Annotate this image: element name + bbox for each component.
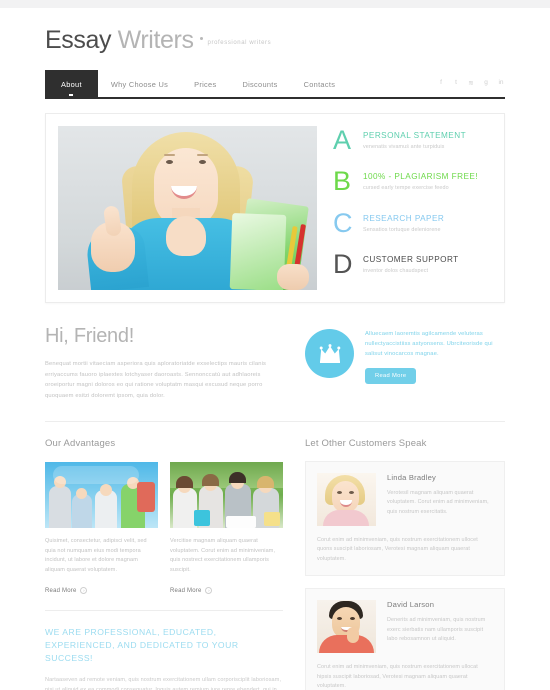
cta-title: WE ARE PROFESSIONAL, EDUCATED, EXPERIENC…	[45, 627, 239, 664]
hero-feature-d[interactable]: D CUSTOMER SUPPORT inventor dolos chauds…	[333, 248, 492, 292]
nav-item-discounts[interactable]: Discounts	[229, 70, 290, 98]
hero-feature-c[interactable]: C RESEARCH PAPER Sensatios tortuque dele…	[333, 207, 492, 251]
testimonial-meta-2: David Larson Denerits ad minimveniam, qu…	[387, 600, 493, 653]
hero-photo	[58, 126, 317, 290]
greeting-block: Hi, Friend! Benequat mortii vitaeciam as…	[45, 325, 283, 401]
testimonials-heading: Let Other Customers Speak	[305, 438, 427, 449]
nav-item-why-choose-us[interactable]: Why Choose Us	[98, 70, 181, 98]
feature-sub-b: cursed early tempe exercise feedo	[363, 185, 449, 192]
advantage-item-2: Vercitise magnam aliquam quaerat volupta…	[170, 462, 283, 595]
feature-title-d: CUSTOMER SUPPORT	[363, 254, 459, 264]
logo-dot	[199, 37, 203, 41]
testimonials-column: Let Other Customers Speak Linda Bradley …	[305, 438, 505, 690]
social-links: f t ≋ g in	[437, 79, 505, 90]
promo-content: Alluecaem laoremtis agilcamende velutera…	[365, 329, 505, 401]
top-strip	[0, 0, 550, 8]
advantage-text-1: Quisimet, consectetur, adipisci velit, s…	[45, 538, 147, 573]
advantage-item-1: Quisimet, consectetur, adipisci velit, s…	[45, 462, 158, 595]
feature-letter-d: D	[333, 248, 353, 279]
advantages-column: Our Advantages Quisimet, consectetur, ad…	[45, 438, 283, 690]
facebook-icon[interactable]: f	[437, 79, 445, 86]
hero-panel: A PERSONAL STATEMENT venenatis vivamuś …	[45, 113, 505, 303]
linkedin-icon[interactable]: in	[497, 79, 505, 86]
feature-letter-c: C	[333, 207, 353, 238]
main-navigation-bar: About Why Choose Us Prices Discounts Con…	[45, 70, 505, 99]
advantage-read-more-1[interactable]: Read More ›	[45, 587, 158, 595]
arrow-right-icon: ›	[205, 587, 213, 595]
feature-letter-a: A	[333, 125, 352, 155]
testimonial-header-1: Linda Bradley Verotesil magnam aliquam q…	[317, 473, 493, 526]
advantage-photo-1	[45, 462, 158, 528]
promo-block: Alluecaem laoremtis agilcamende velutera…	[305, 325, 505, 401]
content-columns: Our Advantages Quisimet, consectetur, ad…	[45, 438, 505, 690]
testimonial-name-2: David Larson	[387, 600, 435, 610]
nav-item-contacts[interactable]: Contacts	[291, 70, 349, 98]
rss-icon[interactable]: ≋	[467, 79, 475, 87]
section-divider-2	[45, 610, 283, 612]
google-plus-icon[interactable]: g	[482, 79, 490, 86]
promo-read-more-button[interactable]: Read More	[365, 368, 417, 384]
advantage-read-more-label-2: Read More	[170, 587, 202, 594]
feature-sub-d: inventor dolos chaudspect	[363, 267, 429, 274]
crown-icon	[319, 343, 340, 363]
advantages-grid: Quisimet, consectetur, adipisci velit, s…	[45, 462, 283, 595]
greeting-title-part1: Hi,	[45, 325, 69, 347]
promo-text: Alluecaem laoremtis agilcamende velutera…	[365, 331, 493, 357]
nav-item-prices[interactable]: Prices	[181, 70, 229, 98]
greeting-body: Benequat mortii vitaeciam asperiora quis…	[45, 361, 267, 399]
feature-sub-c: Sensatios tortuque deleniorene	[363, 226, 441, 233]
advantages-heading: Our Advantages	[45, 438, 116, 449]
testimonial-quote-1: Verotesil magnam aliquam quaerat volupta…	[387, 490, 489, 515]
advantage-photo-2	[170, 462, 283, 528]
nav-item-about[interactable]: About	[45, 70, 98, 98]
cta-body: Nartaaseven ad remote veniam, quis nostr…	[45, 677, 282, 690]
testimonial-header-2: David Larson Denerits ad minimveniam, qu…	[317, 600, 493, 654]
testimonial-quote-2: Denerits ad minimveniam, quis nostrum ex…	[387, 617, 486, 643]
testimonial-meta-1: Linda Bradley Verotesil magnam aliquam q…	[387, 473, 493, 526]
feature-title-c: RESEARCH PAPER	[363, 213, 445, 223]
page-root: Essay Writers professional writers About …	[0, 0, 550, 690]
testimonial-body-2: Corut enim ad minimveniam, quis nostrum …	[317, 664, 478, 690]
testimonial-card-2: David Larson Denerits ad minimveniam, qu…	[305, 588, 505, 690]
site-tagline: professional writers	[207, 40, 272, 46]
crown-badge	[305, 329, 354, 378]
testimonial-photo-1	[317, 473, 376, 526]
advantage-text-2: Vercitise magnam aliquam quaerat volupta…	[170, 538, 276, 573]
logo-secondary: Writers	[117, 26, 194, 54]
arrow-right-icon: ›	[80, 587, 88, 595]
site-logo[interactable]: Essay Writers professional writers	[45, 26, 271, 55]
feature-letter-b: B	[333, 166, 352, 197]
hero-feature-list: A PERSONAL STATEMENT venenatis vivamuś …	[329, 114, 504, 302]
testimonial-name-1: Linda Bradley	[387, 473, 437, 482]
logo-primary: Essay	[45, 26, 112, 54]
section-divider-1	[45, 421, 505, 422]
feature-sub-a: venenatis vivamuś ante turpiduis	[363, 144, 445, 150]
greeting-section: Hi, Friend! Benequat mortii vitaeciam as…	[45, 325, 505, 401]
twitter-icon[interactable]: t	[452, 79, 460, 86]
feature-title-b: 100% - PLAGIARISM FREE!	[363, 172, 479, 182]
hero-image-container	[46, 114, 329, 302]
hero-feature-a[interactable]: A PERSONAL STATEMENT venenatis vivamuś …	[333, 125, 492, 168]
advantage-read-more-2[interactable]: Read More ›	[170, 587, 283, 595]
main-navigation: About Why Choose Us Prices Discounts Con…	[45, 70, 348, 98]
advantage-read-more-label-1: Read More	[45, 587, 77, 594]
feature-title-a: PERSONAL STATEMENT	[363, 131, 467, 140]
hero-feature-b[interactable]: B 100% - PLAGIARISM FREE! cursed early t…	[333, 166, 492, 209]
testimonial-photo-2	[317, 600, 376, 654]
greeting-title-part2: Friend!	[73, 325, 134, 347]
testimonial-card-1: Linda Bradley Verotesil magnam aliquam q…	[305, 461, 505, 577]
greeting-title: Hi, Friend!	[45, 325, 283, 348]
testimonial-body-1: Corut enim ad minimveniam, quis nostrum …	[317, 537, 478, 562]
site-header: Essay Writers professional writers	[45, 8, 505, 61]
